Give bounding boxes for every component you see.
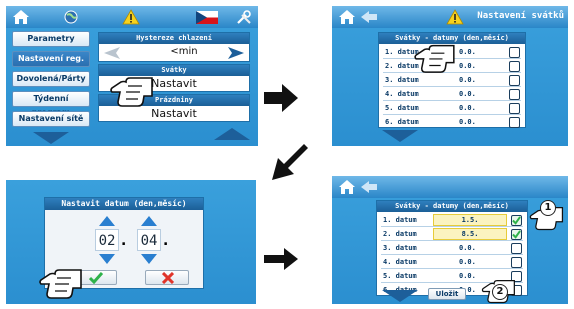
date-separator: . (121, 233, 127, 249)
back-icon[interactable] (360, 10, 378, 24)
row-checkbox-checked[interactable] (511, 215, 522, 226)
day-up-button[interactable] (99, 216, 115, 226)
day-value: 02 (95, 229, 119, 251)
warning-icon[interactable] (122, 9, 140, 25)
row-value: 0.0. (459, 258, 476, 266)
table-row[interactable]: 6. datum 0.0. (383, 116, 521, 129)
x-icon (162, 272, 174, 284)
row-checkbox[interactable] (509, 75, 520, 86)
row-value-highlighted: 8.5. (433, 228, 507, 240)
hysteresis-box: Hystereze chlazení <min (98, 32, 250, 62)
row-label: 3. datum (385, 76, 419, 84)
page-title: Nastavení svátků (477, 11, 564, 21)
row-value: 0.0. (459, 76, 476, 84)
row-label: 4. datum (385, 90, 419, 98)
checkmark-icon (512, 230, 521, 239)
row-value: 0.0. (459, 118, 476, 126)
row-checkbox[interactable] (509, 61, 520, 72)
row-label: 5. datum (383, 272, 417, 280)
hand-pointer-icon (414, 44, 455, 73)
menu-nastaveni-reg[interactable]: Nastavení reg. (12, 51, 90, 67)
menu-parametry[interactable]: Parametry (12, 31, 90, 47)
row-checkbox-checked[interactable] (511, 229, 522, 240)
checkmark-icon (89, 272, 103, 284)
table-row[interactable]: 3. datum 0.0. (381, 242, 523, 255)
table-row[interactable]: 4. datum 0.0. (383, 88, 521, 101)
set-date-title: Nastavit datum (den,měsíc) (45, 198, 203, 210)
panel-heating-settings: Parametry Nastavení reg. Dovolená/Párty … (6, 6, 258, 146)
panel-holidays-list: Nastavení svátků Svátky - datumy (den,mě… (332, 6, 568, 146)
row-value: 0.0. (459, 62, 476, 70)
top-bar: Nastavení svátků (332, 6, 568, 28)
back-icon[interactable] (360, 180, 378, 194)
row-label: 6. datum (385, 118, 419, 126)
globe-icon[interactable] (64, 10, 78, 24)
top-bar (332, 176, 568, 198)
row-label: 1. datum (383, 216, 417, 224)
arrow-right-icon[interactable] (227, 46, 245, 60)
scroll-down-button[interactable] (382, 130, 418, 142)
day-down-button[interactable] (99, 254, 115, 264)
row-value: 0.0. (459, 48, 476, 56)
scroll-up-button[interactable] (214, 128, 250, 140)
flow-arrow-right-2 (264, 248, 298, 270)
menu-nastaveni-site[interactable]: Nastavení sítě (12, 111, 90, 127)
hysteresis-value: <min (170, 46, 198, 57)
row-value: 0.0. (459, 272, 476, 280)
hysteresis-title: Hystereze chlazení (99, 33, 249, 44)
row-checkbox[interactable] (509, 89, 520, 100)
arrow-left-icon[interactable] (103, 46, 121, 60)
warning-icon[interactable] (446, 9, 464, 25)
czech-flag-icon[interactable] (196, 11, 218, 24)
row-checkbox[interactable] (511, 257, 522, 268)
row-label: 2. datum (383, 230, 417, 238)
flow-arrow-right-1 (264, 84, 298, 112)
table-row[interactable]: 3. datum 0.0. (383, 74, 521, 87)
row-checkbox[interactable] (509, 47, 520, 58)
row-checkbox[interactable] (509, 103, 520, 114)
month-value: 04 (137, 229, 161, 251)
cancel-button[interactable] (145, 270, 189, 285)
table-row[interactable]: 4. datum 0.0. (381, 256, 523, 269)
row-label: 3. datum (383, 244, 417, 252)
row-value: 0.0. (459, 90, 476, 98)
callout-2: 2 (492, 284, 508, 300)
row-checkbox[interactable] (511, 243, 522, 254)
home-icon[interactable] (338, 9, 356, 25)
hand-pointer-icon (110, 77, 153, 107)
callout-1: 1 (540, 200, 556, 216)
row-label: 5. datum (385, 104, 419, 112)
panel-set-date: Nastavit datum (den,měsíc) 02 . 04 . (6, 180, 256, 304)
flow-arrow-down-left (272, 144, 308, 180)
top-bar (6, 6, 258, 28)
checkmark-icon (512, 216, 521, 225)
menu-tydenni-program[interactable]: Týdenní program (12, 91, 90, 117)
table-row[interactable]: 1. datum 1.5. (381, 214, 523, 227)
vacation-set-button[interactable]: Nastavit (99, 106, 249, 122)
scroll-down-button[interactable] (33, 132, 69, 144)
row-checkbox[interactable] (509, 117, 520, 128)
home-icon[interactable] (12, 9, 30, 25)
scroll-down-button[interactable] (382, 290, 418, 302)
home-icon[interactable] (338, 179, 356, 195)
tools-icon[interactable] (236, 9, 252, 25)
row-value: 0.0. (459, 244, 476, 252)
row-value-highlighted: 1.5. (433, 214, 507, 226)
row-value: 0.0. (459, 104, 476, 112)
save-button[interactable]: Uložit (428, 288, 466, 300)
row-label: 4. datum (383, 258, 417, 266)
month-down-button[interactable] (141, 254, 157, 264)
holidays-table-title: Svátky - datumy (den,měsíc) (377, 201, 527, 212)
panel-holidays-filled: Svátky - datumy (den,měsíc) 1. datum 1.5.… (332, 176, 568, 304)
month-up-button[interactable] (141, 216, 157, 226)
menu-dovolena-party[interactable]: Dovolená/Párty (12, 71, 90, 87)
table-row[interactable]: 5. datum 0.0. (383, 102, 521, 115)
table-row[interactable]: 2. datum 8.5. (381, 228, 523, 241)
date-separator: . (163, 233, 169, 249)
hand-pointer-icon (39, 269, 82, 299)
